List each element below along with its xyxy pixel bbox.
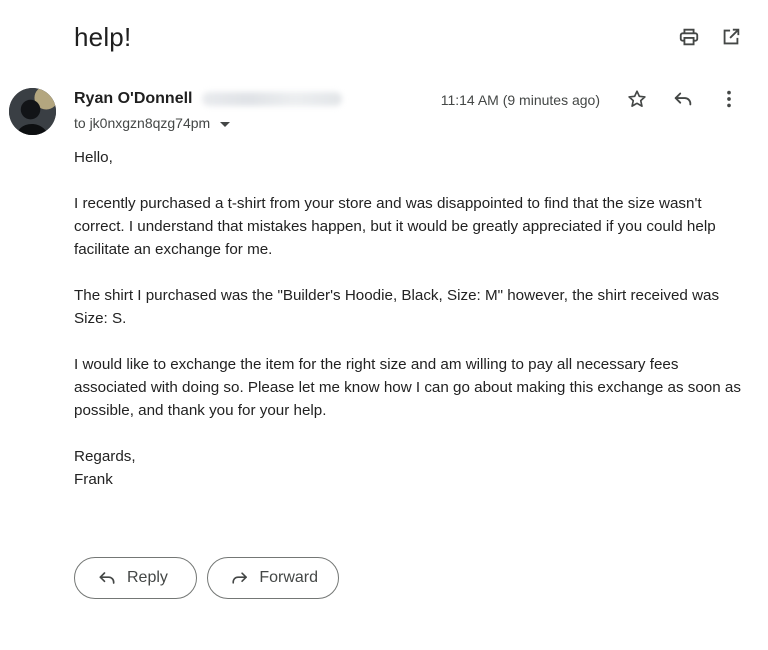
message-actions bbox=[626, 88, 740, 110]
message-body: Hello, I recently purchased a t-shirt fr… bbox=[74, 146, 744, 491]
body-paragraph: I would like to exchange the item for th… bbox=[74, 356, 741, 419]
forward-button[interactable]: Forward bbox=[207, 557, 339, 599]
more-vert-icon[interactable] bbox=[718, 88, 740, 110]
body-paragraph: Hello, bbox=[74, 149, 113, 166]
forward-icon bbox=[232, 572, 247, 584]
reply-button-label: Reply bbox=[127, 569, 168, 586]
body-paragraph: The shirt I purchased was the "Builder's… bbox=[74, 287, 720, 327]
sender-name[interactable]: Ryan O'Donnell bbox=[74, 90, 192, 108]
chevron-down-icon[interactable] bbox=[220, 121, 231, 127]
signoff: Regards, bbox=[74, 448, 136, 465]
body-paragraph: I recently purchased a t-shirt from your… bbox=[74, 195, 716, 258]
sender-email-redacted bbox=[202, 92, 343, 106]
recipient-label: to jk0nxgzn8qzg74pm bbox=[74, 115, 211, 131]
forward-button-label: Forward bbox=[259, 569, 318, 586]
reply-icon bbox=[99, 572, 115, 584]
print-icon[interactable] bbox=[678, 26, 700, 48]
subject-toolbar bbox=[678, 26, 742, 48]
message-timestamp: 11:14 AM (9 minutes ago) bbox=[440, 92, 600, 108]
email-subject: help! bbox=[74, 22, 132, 52]
open-in-new-icon[interactable] bbox=[720, 26, 742, 48]
reply-button[interactable]: Reply bbox=[74, 557, 197, 599]
avatar[interactable] bbox=[9, 88, 56, 135]
star-icon[interactable] bbox=[626, 88, 648, 110]
reply-icon[interactable] bbox=[672, 88, 694, 110]
signature: Frank bbox=[74, 471, 113, 488]
sender-line: Ryan O'Donnell bbox=[74, 90, 343, 108]
recipient-line: to jk0nxgzn8qzg74pm bbox=[74, 115, 231, 131]
reply-forward-actions: Reply Forward bbox=[74, 557, 339, 599]
